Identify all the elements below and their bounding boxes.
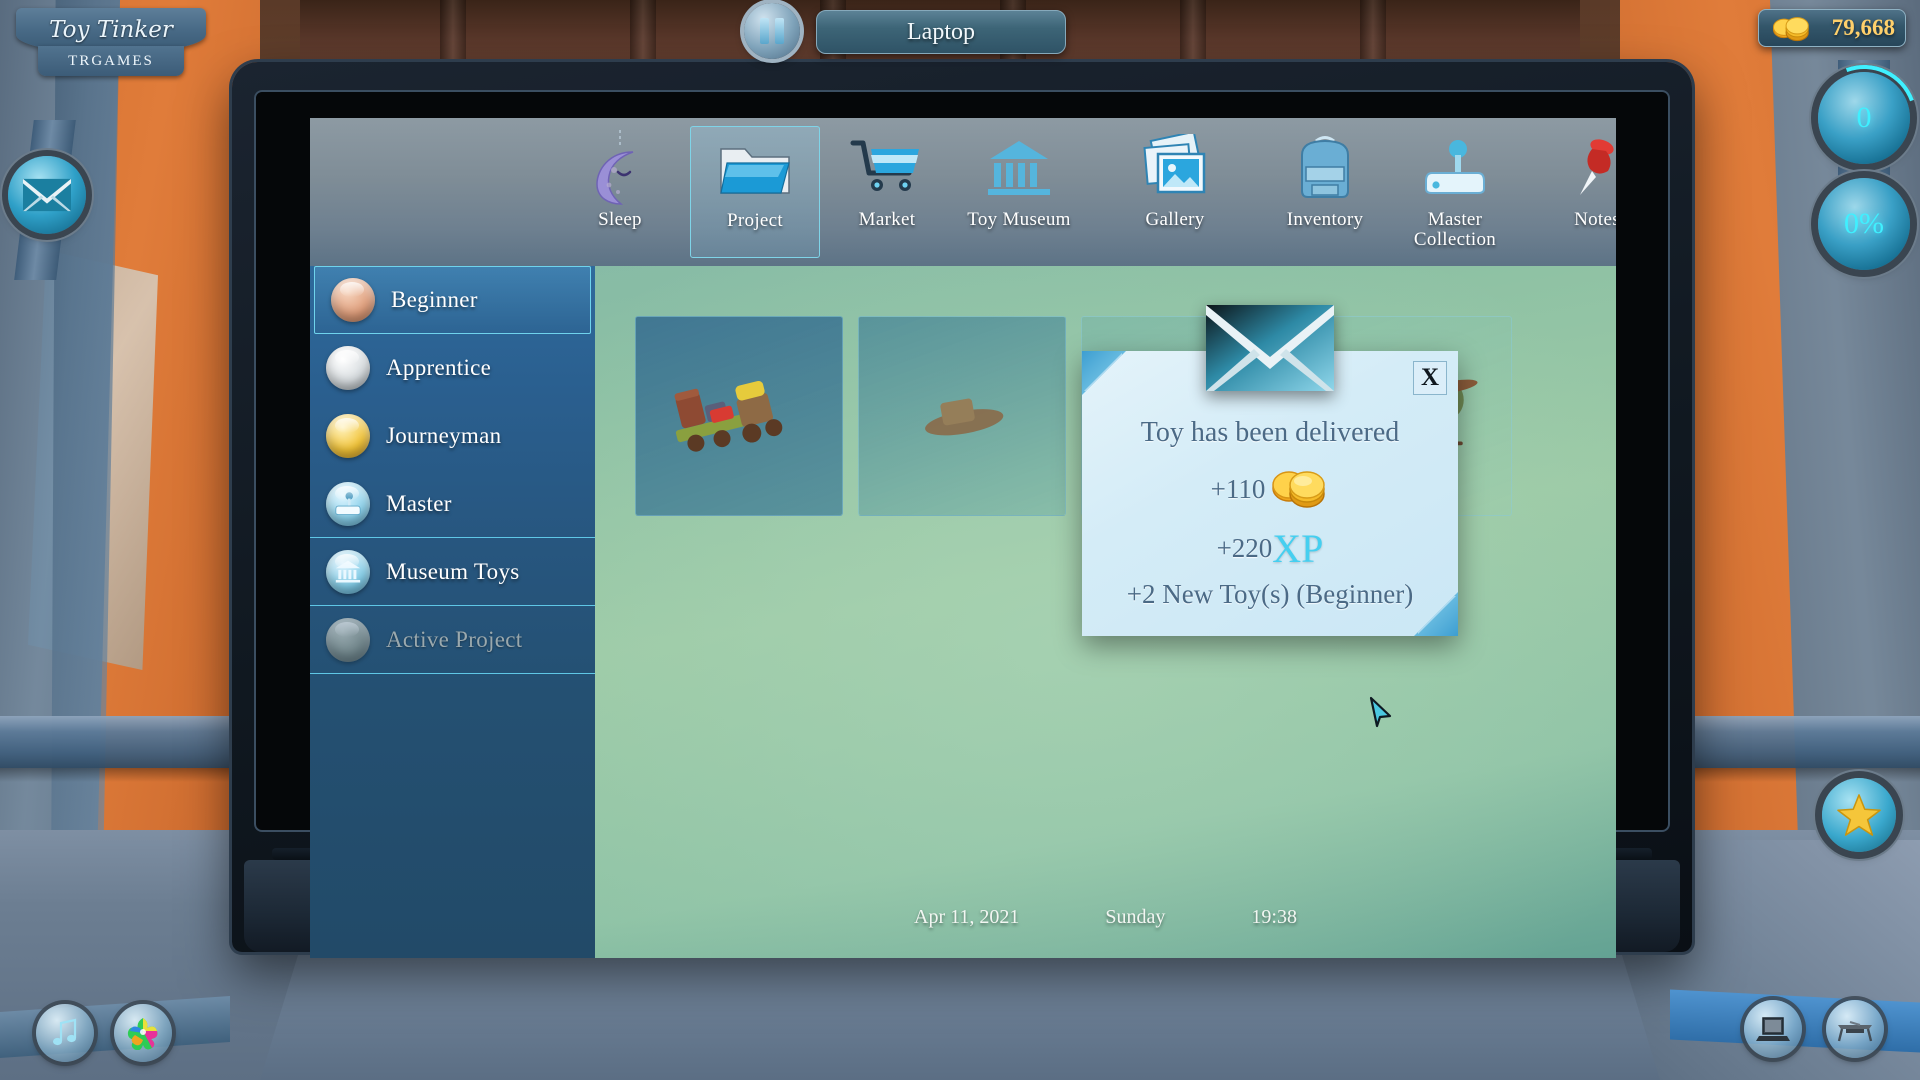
sidebar-item-active-project[interactable]: Active Project <box>310 606 595 674</box>
joystick-orb-icon <box>326 481 370 526</box>
nav-item-toy-museum[interactable]: Toy Museum <box>954 126 1084 258</box>
nav-item-project[interactable]: Project <box>690 126 820 258</box>
mail-envelope-icon <box>23 178 71 212</box>
joystick-icon <box>1422 126 1488 210</box>
nav-item-sleep[interactable]: Sleep <box>555 126 685 258</box>
favorites-button[interactable] <box>1822 778 1896 852</box>
sidebar-item-label: Beginner <box>391 287 478 312</box>
bronze-orb-icon <box>331 278 375 322</box>
logo-title: Toy Tinker <box>49 17 173 43</box>
sidebar-item-label: Master <box>386 490 452 516</box>
active-project-orb-icon <box>326 617 370 662</box>
toy-hidden-image <box>925 398 1004 436</box>
top-navigation-bar: Sleep Project Market Toy Museum Gallery … <box>310 118 1616 266</box>
mail-button[interactable] <box>8 156 86 234</box>
pause-button[interactable] <box>744 3 800 59</box>
nav-label: Inventory <box>1286 209 1364 230</box>
nav-label: Notes <box>1574 209 1616 230</box>
mail-envelope-icon <box>1206 305 1334 391</box>
silver-orb-icon <box>326 345 370 390</box>
theme-button[interactable] <box>114 1004 172 1062</box>
nav-label: Sleep <box>598 209 642 230</box>
color-palette-icon <box>127 1018 158 1050</box>
laptop-icon <box>1756 1017 1790 1041</box>
popup-fold-top-left <box>1082 351 1126 395</box>
status-bar: Apr 11, 2021 Sunday 19:38 <box>595 900 1616 934</box>
window-title-plate: Laptop <box>816 10 1066 54</box>
category-sidebar: Beginner Apprentice Journeyman Master Mu… <box>310 266 595 958</box>
music-note-icon <box>53 1018 77 1046</box>
shopping-cart-icon <box>849 126 925 210</box>
toy-card-train[interactable] <box>635 316 843 516</box>
percent-gauge-value: 0% <box>1844 207 1884 240</box>
sidebar-item-beginner[interactable]: Beginner <box>314 266 591 334</box>
nav-item-inventory[interactable]: Inventory <box>1260 126 1390 258</box>
pause-icon <box>760 18 769 44</box>
sidebar-item-master[interactable]: Master <box>310 470 595 538</box>
nav-label: Gallery <box>1145 209 1205 230</box>
folder-icon <box>717 127 793 211</box>
popup-xp-label: XP <box>1272 526 1324 571</box>
coin-stack-icon <box>1272 471 1326 508</box>
percent-gauge[interactable]: 0% <box>1818 178 1910 270</box>
music-button[interactable] <box>36 1004 94 1062</box>
coin-balance-plate: 79,668 <box>1758 9 1906 47</box>
nav-label: Market <box>858 209 916 230</box>
delivery-popup: X Toy has been delivered +110 +220 XP +2… <box>1082 305 1458 636</box>
status-weekday: Sunday <box>1105 905 1166 928</box>
popup-new-toys: +2 New Toy(s) (Beginner) <box>1126 579 1414 609</box>
popup-title: Toy has been delivered <box>1140 417 1400 448</box>
logo-subtitle: TRGAMES <box>68 52 154 69</box>
coin-stack-icon <box>1772 17 1809 42</box>
sidebar-item-journeyman[interactable]: Journeyman <box>310 402 595 470</box>
logo-subtitle-band: TRGAMES <box>38 46 184 76</box>
mouse-cursor <box>1369 696 1392 728</box>
popup-xp-reward: +220 XP <box>1082 525 1458 572</box>
status-date: Apr 11, 2021 <box>914 905 1020 928</box>
nav-item-gallery[interactable]: Gallery <box>1110 126 1240 258</box>
sidebar-item-label: Active Project <box>386 626 523 652</box>
mail-watch-widget <box>8 120 86 280</box>
popup-coin-amount: +110 <box>1210 473 1266 504</box>
nav-item-notes[interactable]: Notes <box>1532 126 1616 258</box>
energy-gauge[interactable]: 0 <box>1793 47 1920 189</box>
popup-coin-reward: +110 <box>1082 466 1458 512</box>
pause-icon-bar-2 <box>775 18 784 44</box>
gold-orb-icon <box>326 413 370 458</box>
museum-orb-icon <box>326 549 370 594</box>
nav-label: Toy Museum <box>967 209 1071 230</box>
nav-label: Project <box>727 210 783 231</box>
moon-icon <box>589 126 651 210</box>
sidebar-item-label: Museum Toys <box>386 558 520 584</box>
star-icon <box>1837 794 1881 836</box>
sidebar-item-museum-toys[interactable]: Museum Toys <box>310 538 595 606</box>
sidebar-item-apprentice[interactable]: Apprentice <box>310 334 595 402</box>
nav-label: Master Collection <box>1413 209 1497 250</box>
nav-item-market[interactable]: Market <box>822 126 952 258</box>
laptop-screen: Sleep Project Market Toy Museum Gallery … <box>310 118 1616 958</box>
page-title: Laptop <box>907 18 975 45</box>
backpack-icon <box>1292 126 1358 210</box>
toy-card-hidden[interactable] <box>858 316 1066 516</box>
pushpin-icon <box>1568 126 1616 210</box>
photos-icon <box>1136 126 1214 210</box>
sidebar-item-label: Journeyman <box>386 422 502 448</box>
museum-icon <box>986 126 1052 210</box>
workbench-icon <box>1837 1021 1873 1042</box>
popup-close-button[interactable]: X <box>1413 361 1447 395</box>
game-logo: Toy Tinker TRGAMES <box>16 2 206 82</box>
status-time: 19:38 <box>1251 905 1297 928</box>
toy-train-image <box>674 380 783 452</box>
sidebar-item-label: Apprentice <box>386 354 492 380</box>
workbench-button[interactable] <box>1826 1000 1884 1058</box>
popup-xp-amount: +220 <box>1216 533 1273 563</box>
coin-balance-value: 79,668 <box>1831 15 1895 40</box>
laptop-button[interactable] <box>1744 1000 1802 1058</box>
nav-item-master-collection[interactable]: Master Collection <box>1390 126 1520 258</box>
